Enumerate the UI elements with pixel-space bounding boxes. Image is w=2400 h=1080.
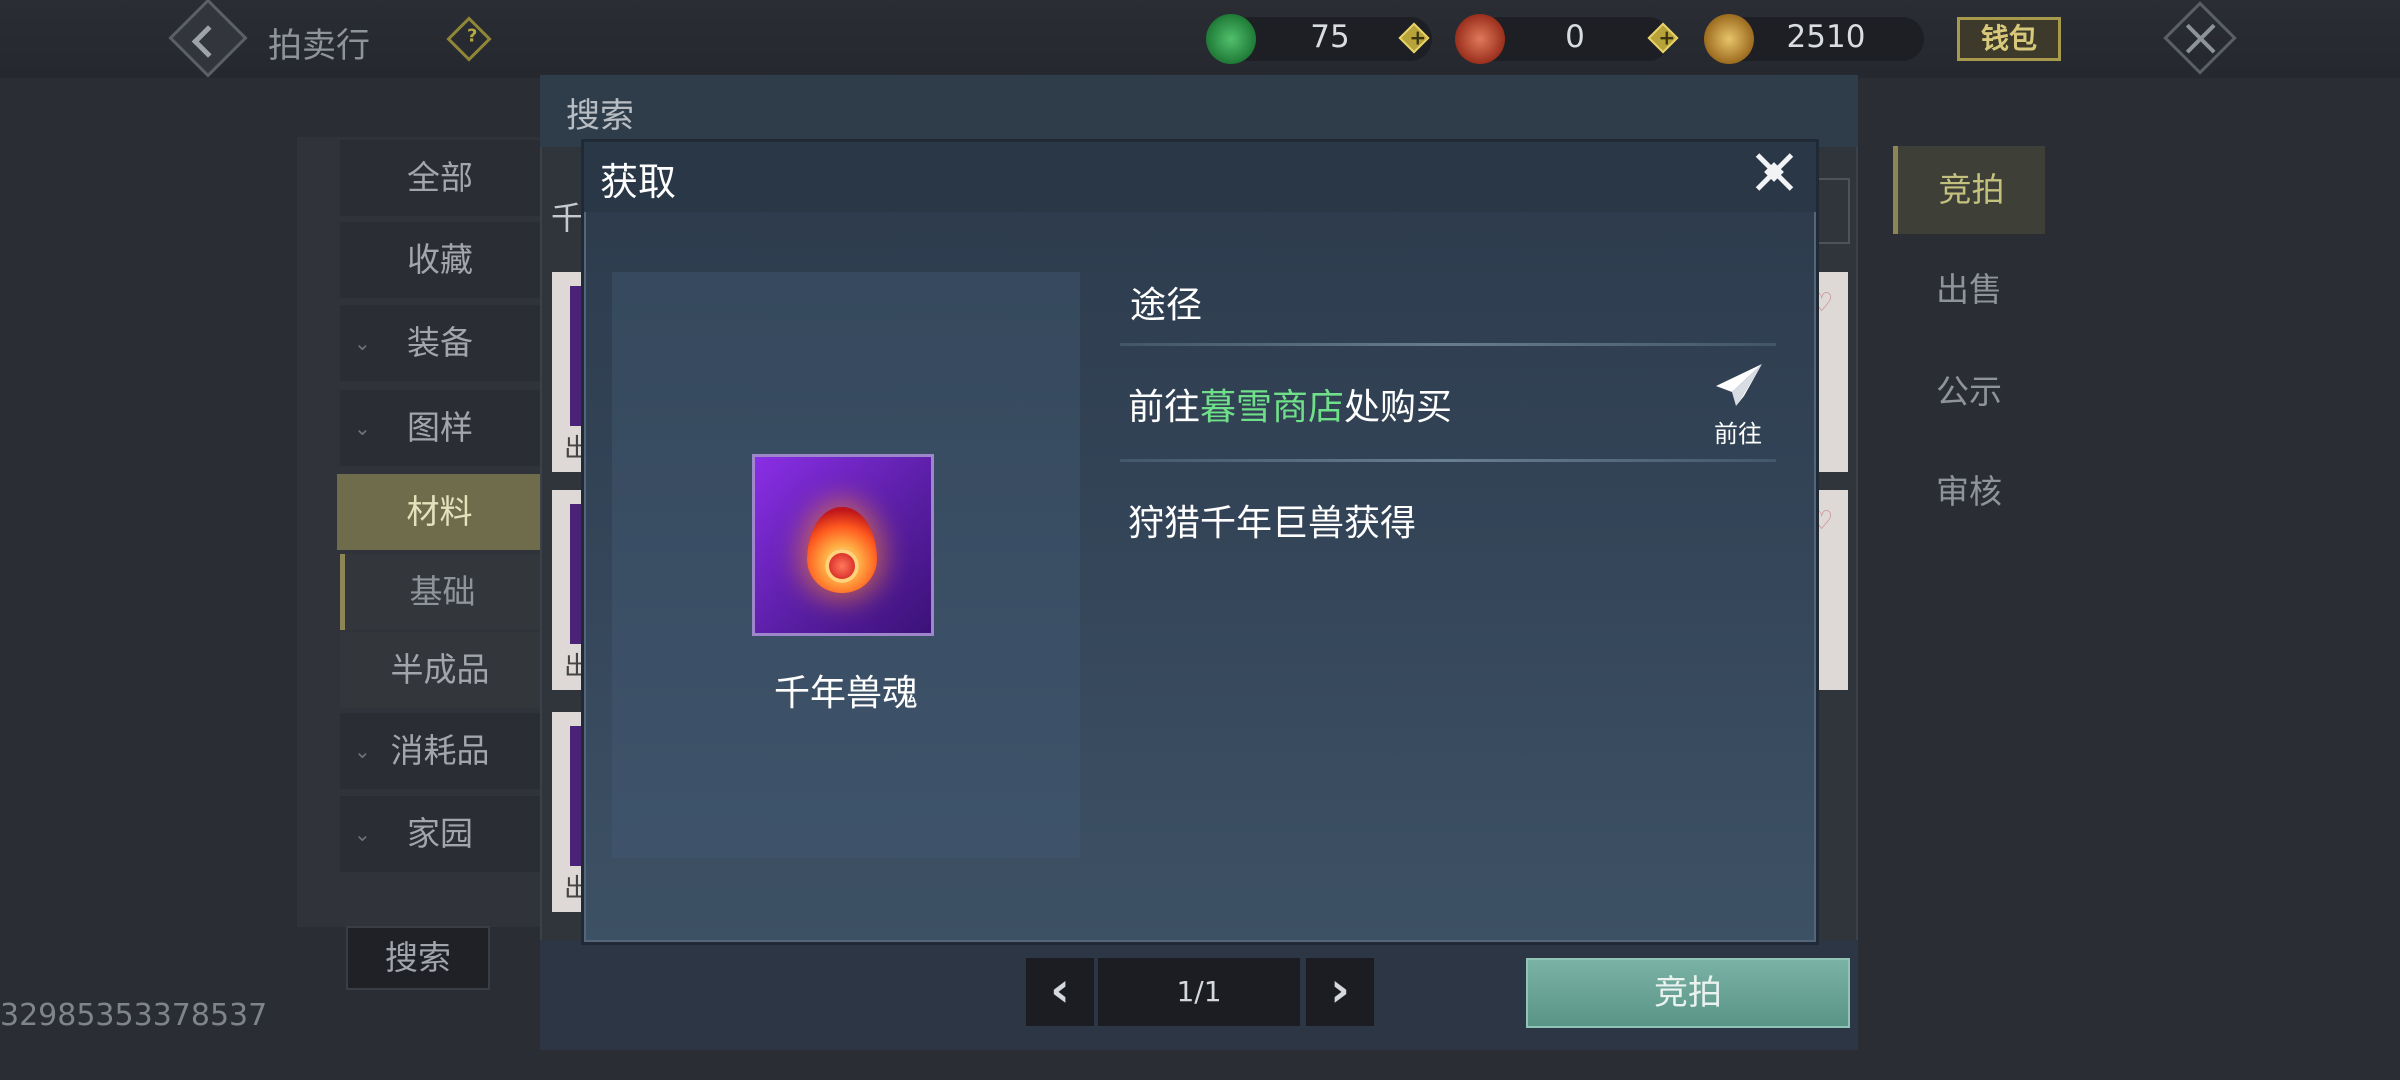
- prev-page-button[interactable]: ‹: [1026, 958, 1094, 1026]
- listing-header: [540, 75, 1858, 147]
- gold-currency-icon: [1704, 14, 1754, 64]
- gold-currency-value: 2510: [1786, 19, 1866, 55]
- menu-item-materials[interactable]: 材料: [337, 474, 542, 550]
- menu-item-home[interactable]: ⌄ 家园: [340, 796, 540, 872]
- listing-header-label: 搜索: [566, 96, 634, 136]
- menu-label: 基础: [409, 572, 476, 611]
- search-button[interactable]: 搜索: [346, 926, 490, 990]
- tab-bid[interactable]: 竞拍: [1893, 146, 2045, 234]
- dialog-title: 获取: [600, 160, 677, 204]
- next-page-button[interactable]: ›: [1306, 958, 1374, 1026]
- page-title: 拍卖行: [268, 26, 370, 66]
- menu-label: 图样: [407, 408, 473, 447]
- goto-label: 前往: [1714, 420, 1762, 448]
- tab-review[interactable]: 审核: [1893, 448, 2045, 536]
- menu-label: 家园: [407, 814, 473, 853]
- search-input[interactable]: 千: [551, 193, 583, 239]
- chevron-down-icon: ⌄: [354, 739, 371, 763]
- copper-currency-value: 0: [1565, 19, 1585, 55]
- menu-item-patterns[interactable]: ⌄ 图样: [340, 390, 540, 466]
- tab-sell[interactable]: 出售: [1893, 246, 2045, 334]
- menu-item-favorites[interactable]: 收藏: [340, 222, 540, 298]
- divider: [1120, 459, 1776, 462]
- shop-name: 暮雪商店: [1200, 387, 1345, 428]
- menu-item-consumables[interactable]: ⌄ 消耗品: [340, 713, 540, 789]
- dialog-header: [584, 142, 1816, 212]
- chevron-down-icon: ⌄: [354, 416, 371, 440]
- jade-currency-value: 75: [1310, 19, 1350, 55]
- search-box-edge: [1810, 178, 1850, 244]
- goto-button[interactable]: 前往: [1700, 362, 1776, 448]
- bid-button[interactable]: 竞拍: [1526, 958, 1850, 1028]
- close-icon[interactable]: [1752, 150, 1796, 194]
- menu-label: 装备: [407, 323, 473, 362]
- menu-item-equipment[interactable]: ⌄ 装备: [340, 305, 540, 381]
- item-name: 千年兽魂: [773, 673, 918, 714]
- menu-item-all[interactable]: 全部: [340, 140, 540, 216]
- jade-currency-icon: [1206, 14, 1256, 64]
- menu-label: 消耗品: [390, 731, 490, 770]
- page-indicator: 1/1: [1098, 958, 1300, 1026]
- chevron-down-icon: ⌄: [354, 822, 371, 846]
- copper-currency-icon: [1455, 14, 1505, 64]
- menu-item-semi-finished[interactable]: 半成品: [340, 632, 540, 708]
- menu-label: 收藏: [407, 240, 473, 279]
- route-suffix: 处购买: [1344, 387, 1453, 428]
- divider: [1120, 343, 1776, 346]
- account-id: 32985353378537: [0, 998, 268, 1033]
- tab-public[interactable]: 公示: [1893, 348, 2045, 436]
- menu-item-basic[interactable]: 基础: [340, 554, 540, 630]
- menu-label: 半成品: [390, 650, 490, 689]
- route-hunt: 狩猎千年巨兽获得: [1128, 503, 1417, 544]
- wallet-button[interactable]: 钱包: [1957, 17, 2061, 61]
- menu-label: 全部: [407, 158, 473, 197]
- menu-label: 材料: [406, 492, 473, 531]
- flame-core: [825, 549, 859, 583]
- paper-plane-icon: [1716, 364, 1762, 406]
- item-icon: [752, 454, 934, 636]
- route-prefix: 前往: [1128, 387, 1201, 428]
- route-header: 途径: [1130, 285, 1203, 326]
- route-shop: 前往暮雪商店处购买: [1128, 378, 1452, 430]
- chevron-down-icon: ⌄: [354, 331, 371, 355]
